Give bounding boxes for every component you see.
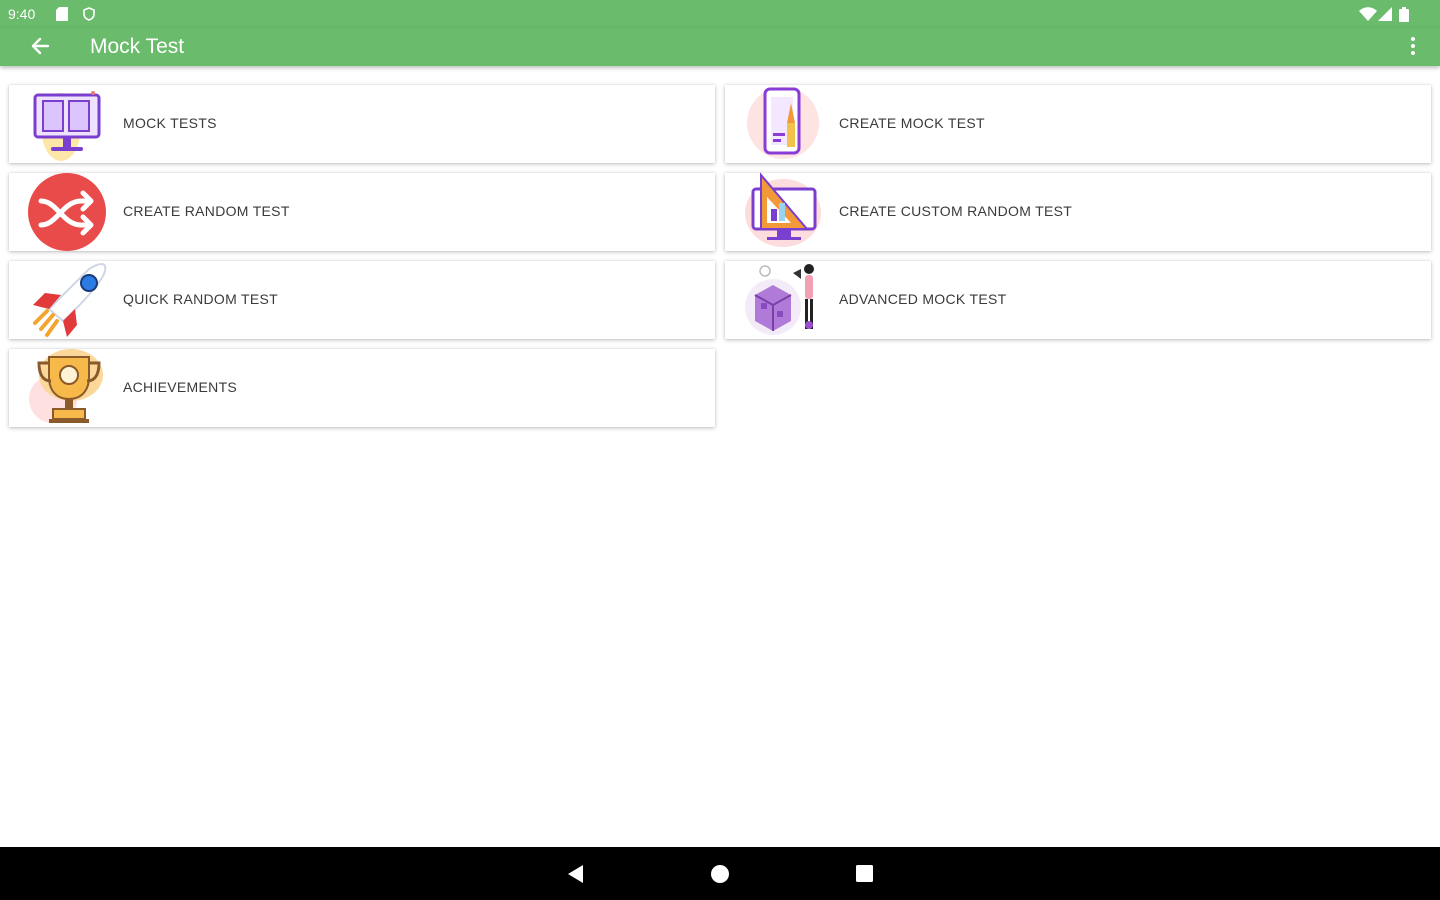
menu-item-quick-random-test[interactable]: QUICK RANDOM TEST: [9, 261, 715, 339]
nav-home-icon: [711, 865, 729, 883]
nav-recents-icon: [856, 865, 873, 882]
back-button[interactable]: [26, 33, 56, 61]
monitor-books-icon: [33, 91, 101, 161]
app-bar: Mock Test: [0, 28, 1440, 66]
menu-item-label: CREATE RANDOM TEST: [123, 203, 290, 219]
menu-item-label: QUICK RANDOM TEST: [123, 291, 278, 307]
status-time: 9:40: [8, 6, 36, 22]
menu-item-create-custom-random-test[interactable]: CREATE CUSTOM RANDOM TEST: [725, 172, 1431, 251]
signal-icon: [1378, 7, 1392, 21]
wifi-icon: [1359, 7, 1377, 21]
battery-icon: [1399, 7, 1409, 22]
menu-item-achievements[interactable]: ACHIEVEMENTS: [9, 349, 715, 427]
trophy-icon: [29, 349, 103, 423]
status-bar: 9:40: [0, 0, 1440, 28]
menu-item-create-mock-test[interactable]: CREATE MOCK TEST: [725, 85, 1431, 163]
menu-item-label: CREATE MOCK TEST: [839, 115, 985, 131]
page-title: Mock Test: [90, 35, 185, 58]
shield-icon: [83, 7, 95, 21]
more-vertical-icon: [1411, 37, 1415, 41]
menu-item-label: ACHIEVEMENTS: [123, 379, 238, 395]
arrow-back-icon: [31, 37, 50, 55]
menu-item-advanced-mock-test[interactable]: ADVANCED MOCK TEST: [725, 261, 1431, 339]
nav-home-button[interactable]: [710, 864, 730, 889]
menu-item-label: CREATE CUSTOM RANDOM TEST: [839, 203, 1073, 219]
sd-card-icon: [56, 7, 68, 21]
menu-item-label: ADVANCED MOCK TEST: [839, 291, 1007, 307]
menu-item-label: MOCK TESTS: [123, 115, 217, 131]
rocket-icon: [33, 263, 107, 337]
shuffle-icon: [28, 173, 106, 251]
cube-person-icon: [745, 264, 814, 335]
nav-recents-button[interactable]: [855, 864, 874, 888]
menu-item-create-random-test[interactable]: CREATE RANDOM TEST: [9, 173, 715, 251]
nav-back-icon: [568, 865, 583, 883]
system-navigation-bar: [0, 847, 1440, 900]
overflow-menu-button[interactable]: [1406, 34, 1420, 60]
geometry-monitor-icon: [745, 172, 821, 247]
phone-pencil-icon: [747, 87, 819, 159]
nav-back-button[interactable]: [564, 863, 586, 890]
menu-item-mock-tests[interactable]: MOCK TESTS: [9, 85, 715, 163]
